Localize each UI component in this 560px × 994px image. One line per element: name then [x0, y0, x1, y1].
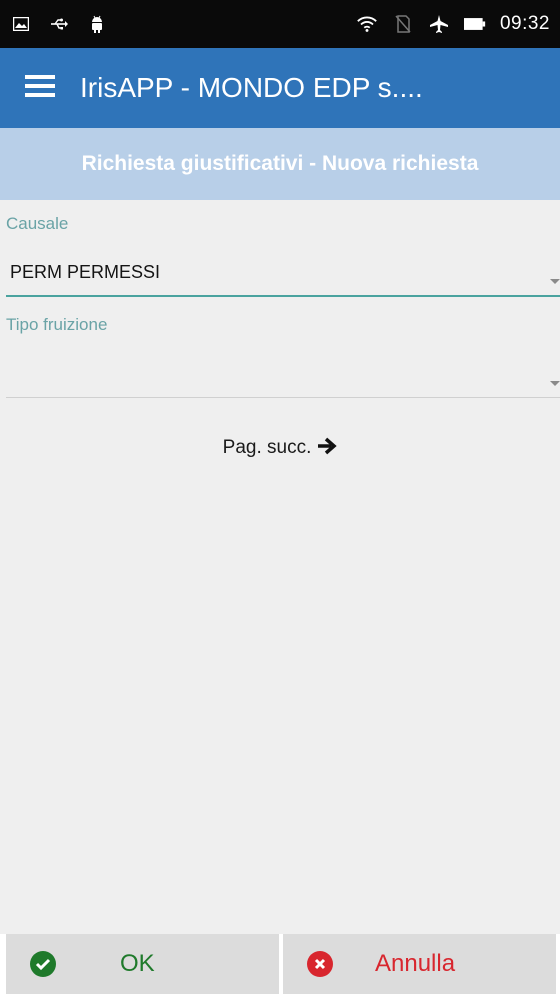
no-sim-icon	[392, 13, 414, 35]
ok-button-label: OK	[120, 950, 155, 977]
usb-icon	[48, 13, 70, 35]
battery-icon	[463, 13, 486, 35]
status-bar-time: 09:32	[499, 13, 550, 34]
tipo-fruizione-dropdown[interactable]	[6, 352, 560, 396]
causale-underline	[6, 295, 560, 297]
next-page-link[interactable]: Pag. succ.	[0, 430, 560, 466]
status-bar: 09:32	[0, 0, 560, 48]
ok-button[interactable]: OK	[6, 934, 279, 994]
check-circle-icon	[30, 951, 56, 977]
status-bar-notifications	[10, 13, 108, 35]
airplane-mode-icon	[428, 13, 450, 35]
tipo-fruizione-label: Tipo fruizione	[6, 315, 108, 334]
android-icon	[86, 13, 108, 35]
cancel-button[interactable]: Annulla	[283, 934, 556, 994]
page-title: Richiesta giustificativi - Nuova richies…	[81, 152, 479, 175]
app-title: IrisAPP - MONDO EDP s....	[80, 72, 423, 103]
app-bar: IrisAPP - MONDO EDP s....	[0, 48, 560, 128]
arrow-right-icon	[317, 437, 338, 460]
wifi-icon	[356, 13, 378, 35]
image-notification-icon	[10, 13, 32, 35]
menu-button[interactable]	[0, 48, 80, 128]
causale-value: PERM PERMESSI	[10, 261, 161, 282]
cancel-button-label: Annulla	[375, 950, 456, 977]
close-circle-icon	[307, 951, 333, 977]
bottom-action-bar: OK Annulla	[0, 934, 560, 994]
causale-chevron-down-icon	[550, 279, 560, 284]
tipo-fruizione-underline	[6, 397, 560, 398]
hamburger-menu-icon	[25, 74, 55, 103]
causale-label: Causale	[6, 214, 69, 233]
page-header: Richiesta giustificativi - Nuova richies…	[0, 128, 560, 200]
causale-dropdown[interactable]: PERM PERMESSI	[6, 250, 560, 294]
tipo-fruizione-chevron-down-icon	[550, 381, 560, 386]
status-bar-system: 09:32	[356, 13, 550, 35]
next-page-label: Pag. succ.	[222, 437, 312, 458]
